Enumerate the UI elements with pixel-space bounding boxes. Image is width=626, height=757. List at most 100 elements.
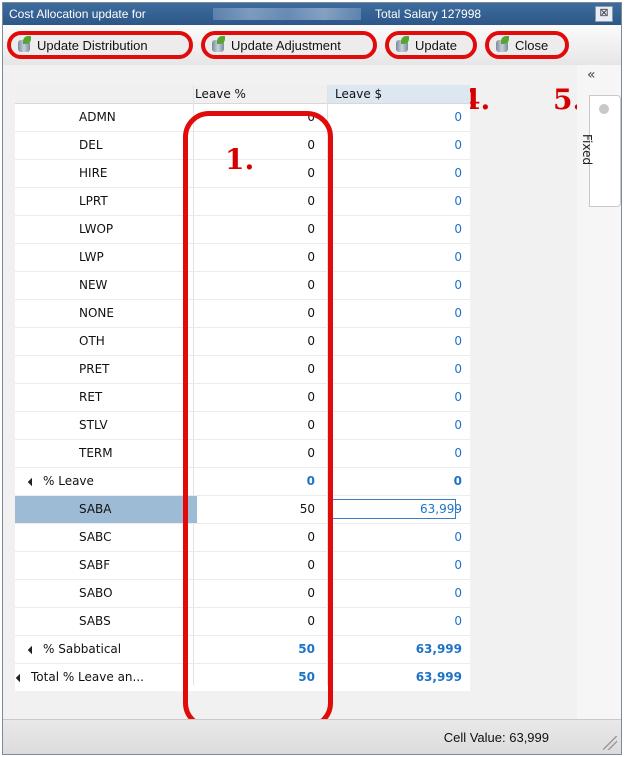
column-leave-amt-cell[interactable]: Leave $ — [327, 85, 470, 103]
row-label: SABF — [79, 558, 111, 572]
table-row[interactable]: LPRT 0 0 — [15, 188, 470, 216]
status-bar: Cell Value: 63,999 — [3, 719, 621, 754]
table-row-selected[interactable]: SABA 50 63,999 — [15, 496, 470, 524]
amt-cell[interactable]: 0 — [342, 390, 462, 404]
table-row[interactable]: TERM 0 0 — [15, 440, 470, 468]
collapse-triangle-icon[interactable] — [27, 645, 37, 655]
close-label: Close — [515, 37, 549, 53]
side-panel: « Fixed — [577, 65, 621, 723]
amt-cell[interactable]: 0 — [342, 362, 462, 376]
row-label: HIRE — [79, 166, 108, 180]
amt-cell[interactable]: 0 — [342, 614, 462, 628]
row-label: SABO — [79, 586, 113, 600]
table-row[interactable]: SABC 0 0 — [15, 524, 470, 552]
amt-cell[interactable]: 0 — [342, 334, 462, 348]
table-row[interactable]: STLV 0 0 — [15, 412, 470, 440]
column-leave-pct[interactable]: Leave % — [195, 87, 246, 101]
amt-cell[interactable]: 0 — [342, 530, 462, 544]
amt-cell[interactable]: 0 — [342, 306, 462, 320]
row-label: TERM — [79, 446, 113, 460]
update-button[interactable]: Update — [385, 31, 477, 59]
table-row[interactable]: NONE 0 0 — [15, 300, 470, 328]
pct-cell[interactable]: 50 — [215, 502, 315, 516]
grid-header: Leave % Leave $ — [15, 85, 470, 104]
pct-total: 50 — [298, 670, 315, 684]
fixed-tab[interactable]: Fixed — [580, 95, 621, 207]
pct-cell[interactable]: 0 — [215, 222, 315, 236]
total-salary-label: Total Salary 127998 — [375, 7, 482, 21]
pct-cell[interactable]: 0 — [215, 110, 315, 124]
close-dialog-icon — [495, 36, 509, 53]
pin-icon[interactable] — [599, 104, 609, 114]
amt-subtotal: 0 — [453, 474, 462, 488]
amt-cell[interactable]: 0 — [342, 222, 462, 236]
table-row[interactable]: RET 0 0 — [15, 384, 470, 412]
pct-cell[interactable]: 0 — [215, 306, 315, 320]
column-leave-amt: Leave $ — [335, 87, 383, 101]
database-update-icon — [395, 36, 409, 53]
amt-cell[interactable]: 0 — [342, 110, 462, 124]
resize-grip-icon[interactable] — [603, 736, 617, 750]
amt-cell[interactable]: 0 — [342, 278, 462, 292]
row-label: DEL — [79, 138, 103, 152]
pct-cell[interactable]: 0 — [215, 530, 315, 544]
group-row-total[interactable]: Total % Leave an... 50 63,999 — [15, 664, 470, 691]
update-adjustment-label: Update Adjustment — [231, 37, 341, 53]
pct-cell[interactable]: 0 — [215, 586, 315, 600]
close-window-icon[interactable]: ⊠ — [595, 6, 613, 22]
collapse-triangle-icon[interactable] — [27, 477, 37, 487]
pct-cell[interactable]: 0 — [215, 558, 315, 572]
table-row[interactable]: NEW 0 0 — [15, 272, 470, 300]
update-distribution-button[interactable]: Update Distribution — [7, 31, 193, 59]
database-update-icon — [211, 36, 225, 53]
pct-cell[interactable]: 0 — [215, 614, 315, 628]
amt-cell[interactable]: 0 — [342, 138, 462, 152]
row-label: SABS — [79, 614, 111, 628]
pct-cell[interactable]: 0 — [215, 446, 315, 460]
collapse-triangle-icon[interactable] — [15, 673, 25, 683]
row-label: PRET — [79, 362, 110, 376]
update-adjustment-button[interactable]: Update Adjustment — [201, 31, 377, 59]
table-row[interactable]: SABO 0 0 — [15, 580, 470, 608]
group-row-sabbatical[interactable]: % Sabbatical 50 63,999 — [15, 636, 470, 664]
amt-cell[interactable]: 0 — [342, 446, 462, 460]
amt-cell[interactable]: 0 — [342, 418, 462, 432]
table-row[interactable]: ADMN 0 0 — [15, 104, 470, 132]
table-row[interactable]: SABS 0 0 — [15, 608, 470, 636]
collapse-panel-icon[interactable]: « — [587, 67, 596, 83]
pct-cell[interactable]: 0 — [215, 334, 315, 348]
row-label: STLV — [79, 418, 108, 432]
pct-cell[interactable]: 0 — [215, 194, 315, 208]
pct-cell[interactable]: 0 — [215, 250, 315, 264]
row-label: LWP — [79, 250, 104, 264]
group-label-text: % Leave — [43, 474, 94, 488]
row-label: OTH — [79, 334, 105, 348]
group-label-text: % Sabbatical — [43, 642, 122, 656]
amt-cell[interactable]: 0 — [342, 250, 462, 264]
window-title: Cost Allocation update for — [9, 7, 146, 21]
row-label: NEW — [79, 278, 108, 292]
pct-cell[interactable]: 0 — [215, 418, 315, 432]
amt-subtotal: 63,999 — [415, 642, 462, 656]
toolbar: Update Distribution Update Adjustment Up… — [3, 25, 621, 65]
table-row[interactable]: LWP 0 0 — [15, 244, 470, 272]
cell-value-readout: Cell Value: 63,999 — [443, 730, 549, 745]
update-distribution-label: Update Distribution — [37, 37, 148, 53]
group-row-leave[interactable]: % Leave 0 0 — [15, 468, 470, 496]
pct-cell[interactable]: 0 — [215, 390, 315, 404]
amt-cell[interactable]: 0 — [342, 558, 462, 572]
table-row[interactable]: LWOP 0 0 — [15, 216, 470, 244]
amt-cell[interactable]: 0 — [342, 194, 462, 208]
table-row[interactable]: OTH 0 0 — [15, 328, 470, 356]
pct-cell[interactable]: 0 — [215, 362, 315, 376]
table-row[interactable]: SABF 0 0 — [15, 552, 470, 580]
amt-cell[interactable]: 0 — [342, 166, 462, 180]
row-label: SABA — [79, 502, 112, 516]
amt-cell[interactable]: 0 — [342, 586, 462, 600]
close-button[interactable]: Close — [485, 31, 569, 59]
table-row[interactable]: PRET 0 0 — [15, 356, 470, 384]
amt-cell[interactable]: 63,999 — [342, 502, 462, 516]
cost-allocation-window: Cost Allocation update for Total Salary … — [2, 2, 622, 755]
row-label: LWOP — [79, 222, 114, 236]
pct-cell[interactable]: 0 — [215, 278, 315, 292]
